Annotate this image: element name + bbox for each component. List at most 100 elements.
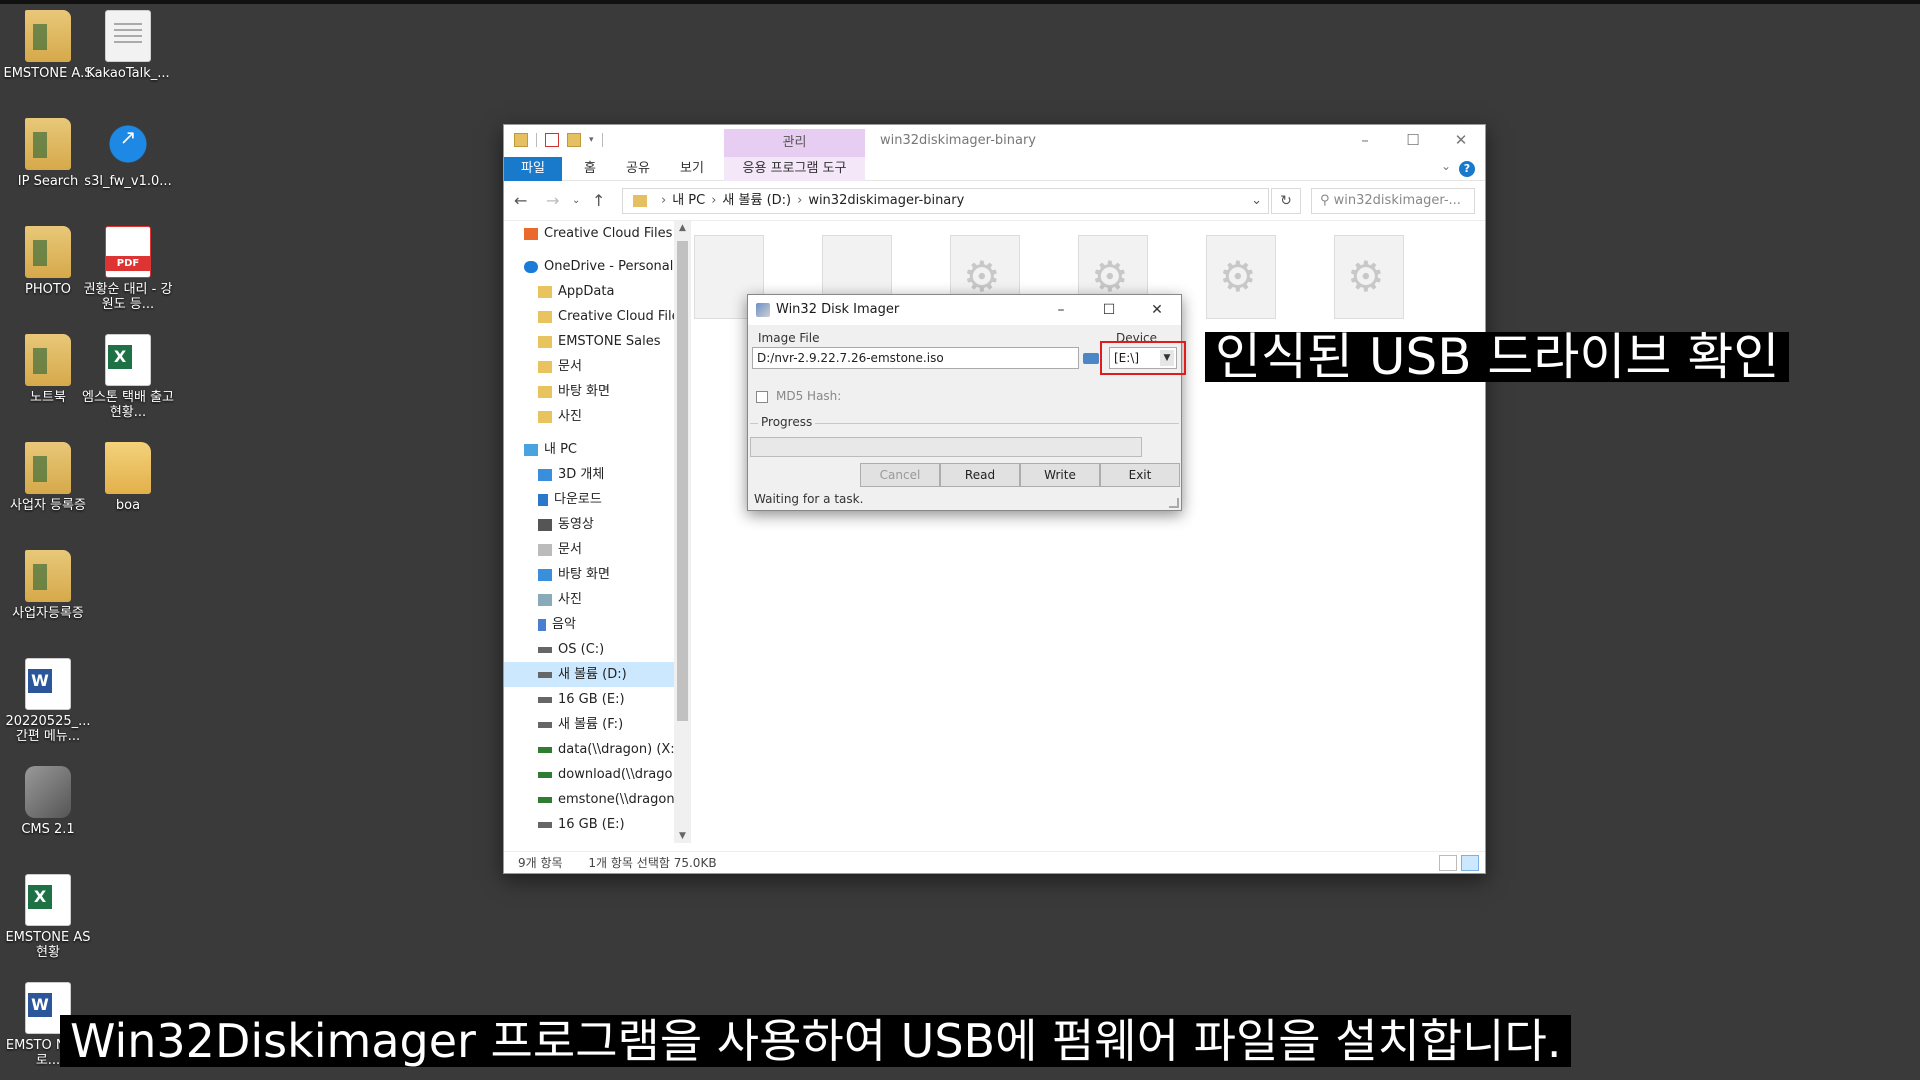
nav-item[interactable]: 다운로드 (504, 487, 674, 512)
nav-item[interactable]: EMSTONE Sales (504, 329, 674, 354)
nav-item-label: OneDrive - Personal (544, 259, 674, 274)
breadcrumb-volume-d[interactable]: 새 볼륨 (D:) (722, 193, 791, 208)
nav-item[interactable]: 사진 (504, 587, 674, 612)
nav-item[interactable]: Creative Cloud Files (504, 304, 674, 329)
scroll-up-icon[interactable]: ▲ (674, 223, 691, 233)
nav-item[interactable]: 동영상 (504, 512, 674, 537)
navigation-scrollbar[interactable]: ▲ ▼ (674, 221, 691, 843)
desktop-icon[interactable]: boa (80, 442, 176, 513)
dialog-titlebar[interactable]: Win32 Disk Imager – ☐ ✕ (748, 295, 1181, 325)
nav-item[interactable]: emstone(\\dragon (504, 787, 674, 812)
nav-item[interactable]: AppData (504, 279, 674, 304)
desktop-icon[interactable]: PDF 권황순 대리 - 강원도 등... (80, 226, 176, 312)
md5-label: MD5 Hash: (776, 389, 842, 403)
file-item[interactable] (1206, 235, 1276, 319)
nav-item[interactable]: 새 볼륨 (D:) (504, 662, 674, 687)
navigation-pane[interactable]: Creative Cloud Files OneDrive - Personal A… (504, 221, 674, 843)
device-select[interactable]: [E:\] ▼ (1109, 347, 1177, 369)
scroll-down-icon[interactable]: ▼ (674, 831, 691, 841)
desktop-icon-label: s3l_fw_v1.0... (84, 174, 172, 189)
nav-item[interactable]: 16 GB (E:) (504, 812, 674, 837)
scrollbar-thumb[interactable] (677, 241, 688, 721)
tab-app-tools[interactable]: 응용 프로그램 도구 (724, 157, 865, 181)
nav-item[interactable]: download(\\drago (504, 762, 674, 787)
minimize-icon[interactable]: – (1037, 295, 1085, 325)
nav-item[interactable]: 3D 개체 (504, 462, 674, 487)
recent-locations-icon[interactable]: ⌄ (572, 195, 580, 206)
exit-button[interactable]: Exit (1100, 463, 1180, 487)
desktop-icon[interactable]: CMS 2.1 (0, 766, 96, 837)
desktop-icon-label: KakaoTalk_... (86, 66, 170, 81)
address-bar[interactable]: › 내 PC › 새 볼륨 (D:) › win32diskimager-binary ⌄ (622, 188, 1269, 214)
tab-view[interactable]: 보기 (670, 157, 714, 181)
write-button[interactable]: Write (1020, 463, 1100, 487)
desktop-icon[interactable]: W 20220525_... 간편 메뉴... (0, 658, 96, 744)
up-arrow-icon[interactable]: ↑ (592, 191, 605, 210)
refresh-icon[interactable]: ↻ (1271, 188, 1301, 214)
cancel-button[interactable]: Cancel (860, 463, 940, 487)
breadcrumb-current-folder[interactable]: win32diskimager-binary (808, 193, 964, 208)
nav-item[interactable]: OS (C:) (504, 637, 674, 662)
nav-item[interactable]: 바탕 화면 (504, 562, 674, 587)
close-icon[interactable]: ✕ (1133, 295, 1181, 325)
md5-hash-option[interactable]: MD5 Hash: (756, 389, 841, 403)
maximize-icon[interactable]: ☐ (1389, 125, 1437, 157)
nav-item[interactable]: Creative Cloud Files (504, 221, 674, 246)
desktop-icon[interactable]: 사업자등록증 (0, 550, 96, 621)
desktop-icon[interactable]: s3l_fw_v1.0... (80, 118, 176, 189)
app-icon (105, 118, 151, 170)
properties-icon[interactable] (545, 133, 559, 147)
nav-item[interactable]: OneDrive - Personal (504, 254, 674, 279)
desktop-icon-label: 20220525_... 간편 메뉴... (5, 714, 91, 744)
tab-share[interactable]: 공유 (616, 157, 660, 181)
nav-item[interactable]: 문서 (504, 537, 674, 562)
nav-item-label: OS (C:) (558, 642, 605, 657)
nav-item[interactable]: 내 PC (504, 437, 674, 462)
nav-item-label: Creative Cloud Files (558, 309, 674, 324)
search-input[interactable]: ⚲ win32diskimager-... (1311, 188, 1475, 214)
file-badge: W (28, 669, 52, 693)
md5-checkbox[interactable] (756, 390, 768, 403)
forward-arrow-icon[interactable]: → (546, 191, 559, 210)
nav-item[interactable]: 새 볼륨 (F:) (504, 712, 674, 737)
nav-item[interactable]: data(\\dragon) (X: (504, 737, 674, 762)
maximize-icon[interactable]: ☐ (1085, 295, 1133, 325)
back-arrow-icon[interactable]: ← (514, 191, 527, 210)
new-folder-icon[interactable] (567, 133, 581, 147)
details-view-icon[interactable] (1439, 855, 1457, 871)
help-icon[interactable]: ? (1459, 161, 1475, 177)
chevron-down-icon[interactable]: ▼ (1160, 350, 1174, 366)
explorer-titlebar[interactable]: ▾ 관리 win32diskimager-binary – ☐ ✕ (504, 125, 1485, 157)
customize-dropdown-icon[interactable]: ▾ (589, 135, 594, 145)
close-icon[interactable]: ✕ (1437, 125, 1485, 157)
nav-item[interactable]: 문서 (504, 354, 674, 379)
nav-item-label: 새 볼륨 (F:) (558, 717, 624, 732)
fold-icon (538, 285, 552, 298)
disk-imager-dialog[interactable]: Win32 Disk Imager – ☐ ✕ Image File Devic… (747, 294, 1186, 511)
desktop-icon[interactable]: X EMSTONE AS현황 (0, 874, 96, 960)
window-controls: – ☐ ✕ (1341, 125, 1485, 157)
nav-item[interactable]: 바탕 화면 (504, 379, 674, 404)
read-button[interactable]: Read (940, 463, 1020, 487)
breadcrumb-this-pc[interactable]: 내 PC (672, 193, 705, 208)
file-item[interactable] (1334, 235, 1404, 319)
tab-home[interactable]: 홈 (574, 157, 606, 181)
large-icons-view-icon[interactable] (1461, 855, 1479, 871)
nav-item[interactable]: 음악 (504, 612, 674, 637)
resize-grip-icon[interactable] (1169, 498, 1179, 508)
desktop-icon[interactable]: KakaoTalk_... (80, 10, 176, 81)
doc-icon (538, 543, 552, 556)
expand-ribbon-icon[interactable]: ⌄ (1441, 159, 1451, 173)
view-switcher (1439, 855, 1479, 871)
desktop-icon[interactable]: X 엠스톤 택배 출고 현황... (80, 334, 176, 420)
image-file-input[interactable]: D:/nvr-2.9.22.7.26-emstone.iso (752, 347, 1079, 369)
manage-context-tab[interactable]: 관리 (724, 129, 865, 157)
address-dropdown-icon[interactable]: ⌄ (1251, 189, 1262, 213)
minimize-icon[interactable]: – (1341, 125, 1389, 157)
nav-item[interactable]: 16 GB (E:) (504, 687, 674, 712)
tab-file[interactable]: 파일 (504, 157, 562, 181)
folder-icon (633, 194, 647, 207)
nav-item[interactable]: 사진 (504, 404, 674, 429)
browse-folder-icon[interactable] (1081, 348, 1101, 368)
toolbar-divider (536, 133, 537, 147)
